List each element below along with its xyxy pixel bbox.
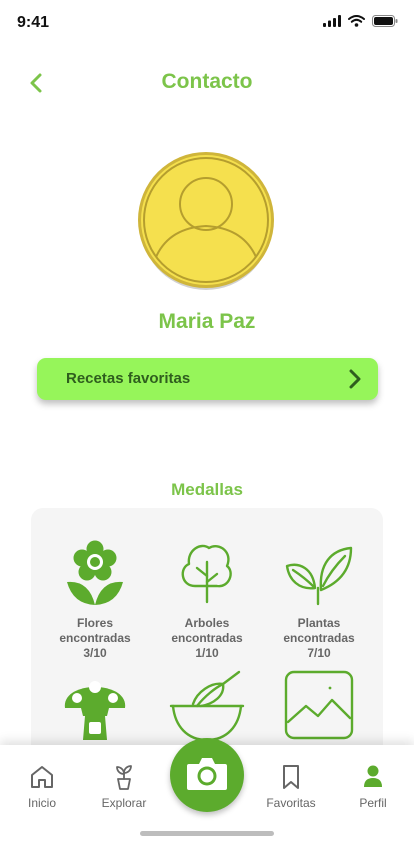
tab-perfil[interactable]: Perfil [338, 763, 408, 810]
medal-recipes[interactable] [151, 670, 263, 744]
status-time: 9:41 [17, 14, 50, 31]
cellular-signal-icon [323, 15, 341, 27]
tab-inicio[interactable]: Inicio [7, 763, 77, 810]
favorite-recipes-button[interactable]: Recetas favoritas [37, 358, 378, 400]
potted-plant-icon [116, 765, 132, 790]
medal-mushrooms[interactable] [39, 670, 151, 744]
status-bar: 9:41 [0, 0, 414, 44]
medal-label: Arboles encontradas 1/10 [171, 616, 243, 660]
tab-label: Inicio [27, 796, 56, 810]
wifi-icon [348, 15, 365, 27]
chevron-right-icon [349, 369, 361, 389]
page-title: Contacto [161, 70, 253, 93]
tab-label: Explorar [101, 796, 147, 810]
user-name: Maria Paz [158, 310, 256, 333]
medal-plants[interactable]: Plantas encontradas 7/10 [263, 538, 375, 661]
medal-label: Flores encontradas 3/10 [59, 616, 131, 660]
tab-label: Perfil [359, 796, 387, 810]
camera-button[interactable] [170, 738, 244, 812]
medal-label: Plantas encontradas 7/10 [283, 616, 355, 660]
medals-card: Flores encontradas 3/10 Arboles encontra… [31, 508, 383, 758]
tab-favoritas[interactable]: Favoritas [256, 763, 326, 810]
medal-landscapes[interactable] [263, 670, 375, 740]
medals-title: Medallas [171, 480, 243, 499]
favorite-recipes-label: Recetas favoritas [66, 370, 191, 387]
camera-icon [187, 758, 227, 790]
bookmark-icon [283, 765, 299, 789]
home-indicator [140, 831, 274, 836]
mushroom-icon [64, 681, 126, 740]
status-icons [323, 15, 398, 27]
flower-icon [67, 540, 123, 605]
battery-icon [372, 15, 398, 27]
tab-explorar[interactable]: Explorar [89, 763, 159, 810]
medal-flowers[interactable]: Flores encontradas 3/10 [39, 538, 151, 661]
whisk-bowl-icon [169, 670, 245, 742]
bottom-tab-bar: Inicio Explorar Favoritas Perfil [0, 738, 414, 844]
leaf-plant-icon [285, 546, 353, 606]
home-icon [31, 766, 53, 788]
medal-trees[interactable]: Arboles encontradas 1/10 [151, 538, 263, 661]
landscape-picture-icon [284, 670, 354, 740]
tab-label: Favoritas [266, 796, 316, 810]
user-icon [364, 765, 382, 787]
avatar[interactable] [136, 152, 276, 292]
user-avatar-icon [138, 152, 274, 290]
tree-icon [181, 544, 232, 604]
